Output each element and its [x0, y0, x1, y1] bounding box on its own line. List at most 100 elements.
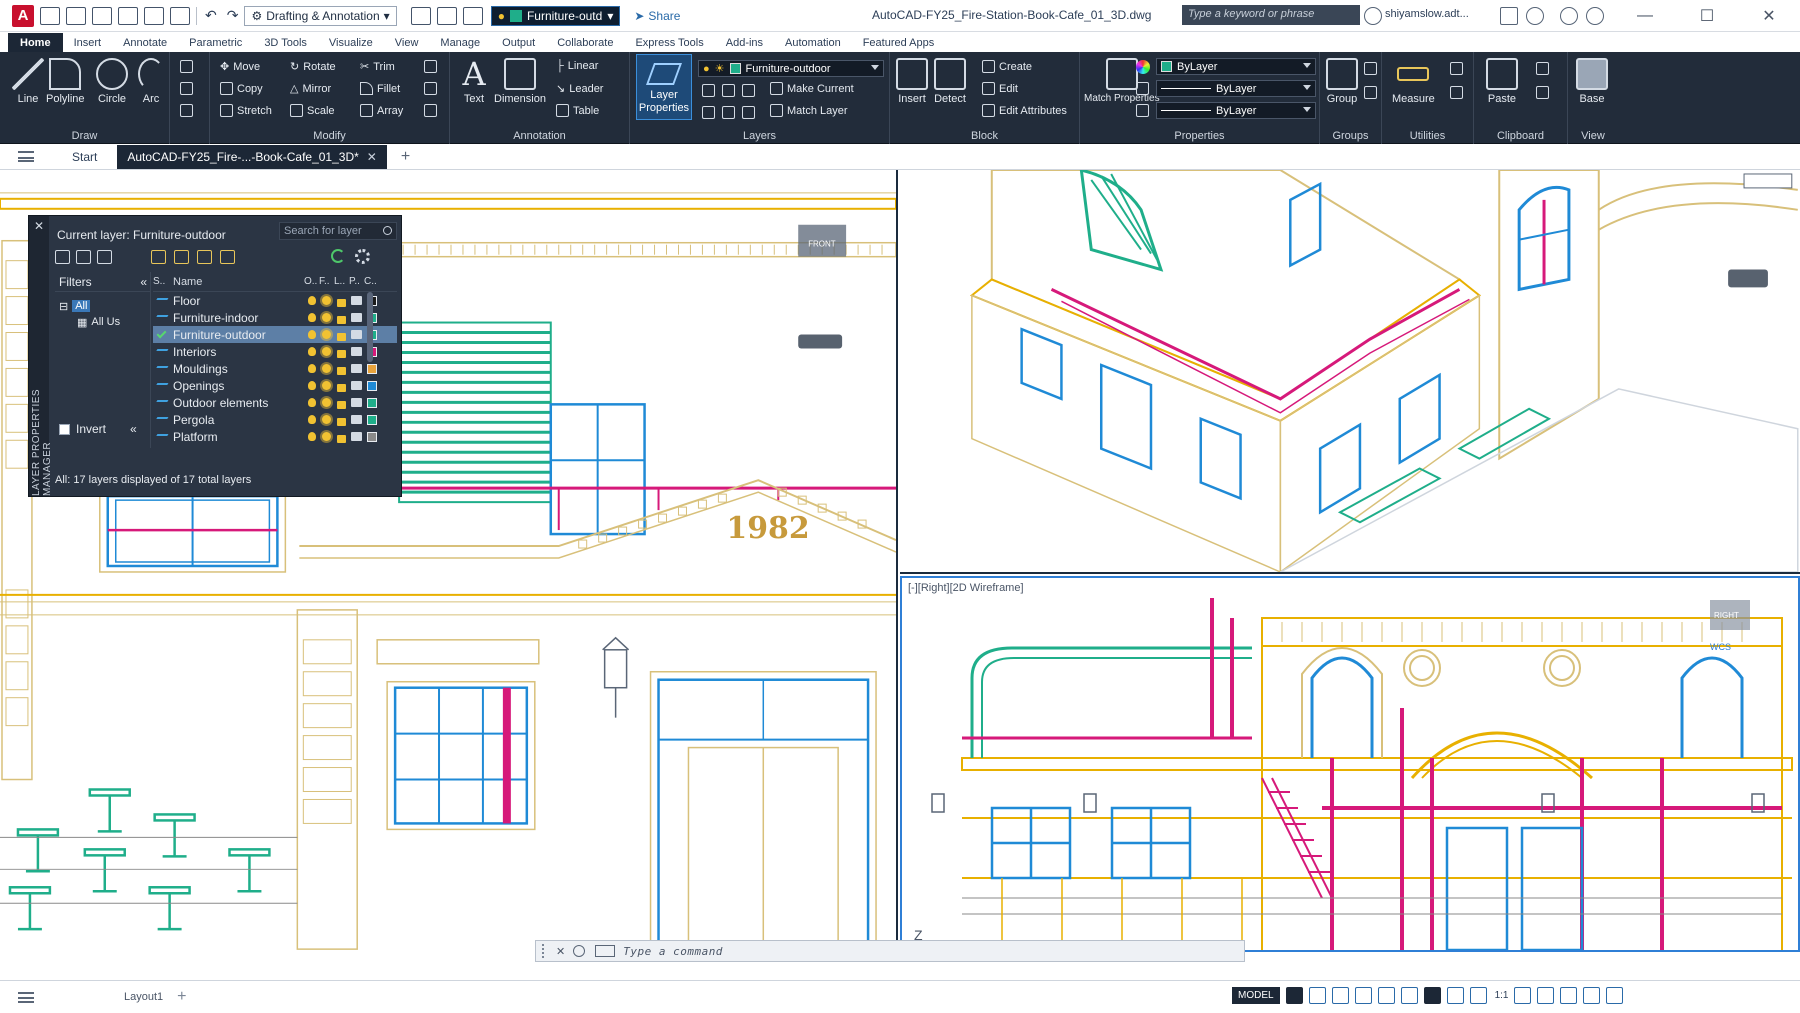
- clipboard-panel-title[interactable]: Clipboard: [1474, 130, 1567, 142]
- freeze-sun-icon[interactable]: [319, 432, 334, 441]
- tab-output[interactable]: Output: [491, 34, 546, 52]
- col-color[interactable]: C..: [364, 276, 379, 287]
- redo-icon[interactable]: ↷: [227, 7, 239, 24]
- hamburger-menu-icon[interactable]: [18, 151, 34, 162]
- view-panel-title[interactable]: View: [1568, 130, 1618, 142]
- layer-status-icon[interactable]: [153, 298, 169, 303]
- group-button[interactable]: Group: [1326, 58, 1358, 105]
- quick-select-icon[interactable]: [1450, 62, 1463, 75]
- undo-icon[interactable]: ↶: [205, 7, 217, 24]
- col-name[interactable]: Name: [169, 276, 304, 288]
- layer-states-icon[interactable]: [97, 250, 112, 264]
- layout-menu-icon[interactable]: [18, 991, 34, 1003]
- mirror-button[interactable]: △ Mirror: [290, 82, 331, 96]
- layer-properties-button[interactable]: Layer Properties: [636, 54, 692, 120]
- table-button[interactable]: Table: [556, 104, 599, 117]
- save-as-icon[interactable]: [118, 6, 138, 25]
- printer-icon[interactable]: [349, 381, 364, 390]
- fillet-button[interactable]: Fillet: [360, 82, 400, 95]
- workspace-switcher[interactable]: ⚙ Drafting & Annotation ▾: [244, 5, 397, 26]
- lock-icon[interactable]: [334, 416, 349, 426]
- polar-icon[interactable]: [1354, 987, 1372, 1004]
- on-off-bulb-icon[interactable]: [304, 347, 319, 356]
- block-panel-title[interactable]: Block: [890, 130, 1079, 142]
- layer-name[interactable]: Pergola: [169, 413, 304, 427]
- printer-icon[interactable]: [349, 347, 364, 356]
- polyline-button[interactable]: Polyline: [46, 58, 85, 105]
- create-block-button[interactable]: Create: [982, 60, 1032, 73]
- plot-icon[interactable]: [170, 6, 190, 25]
- layer-isolate-icon[interactable]: [722, 84, 735, 97]
- annotation-panel-title[interactable]: Annotation: [450, 130, 629, 142]
- boundary-icon[interactable]: [180, 104, 193, 117]
- text-button[interactable]: A Text: [458, 58, 490, 105]
- command-input[interactable]: Type a command: [623, 945, 723, 958]
- start-tab[interactable]: Start: [62, 145, 107, 169]
- rectangle-icon[interactable]: [180, 60, 193, 73]
- col-lock[interactable]: L..: [334, 276, 349, 287]
- autocad-logo[interactable]: A: [12, 4, 34, 27]
- printer-icon[interactable]: [349, 313, 364, 322]
- triangle-icon[interactable]: [1526, 7, 1544, 25]
- right-viewport[interactable]: [-][Right][2D Wireframe] RIGHT WCS Z: [900, 576, 1800, 952]
- printer-icon[interactable]: [349, 364, 364, 373]
- array-button[interactable]: Array: [360, 104, 403, 117]
- hardware-acceleration-icon[interactable]: [1560, 987, 1578, 1004]
- tab-collaborate[interactable]: Collaborate: [546, 34, 624, 52]
- lock-icon[interactable]: [334, 365, 349, 375]
- layer-row[interactable]: Furniture-indoor: [153, 309, 397, 326]
- col-on[interactable]: O..: [304, 276, 319, 287]
- layer-row[interactable]: Openings: [153, 377, 397, 394]
- on-off-bulb-icon[interactable]: [304, 381, 319, 390]
- scale-button[interactable]: Scale: [290, 104, 335, 117]
- tree-toggle-icon[interactable]: ⊟: [59, 300, 68, 313]
- color-wheel-icon[interactable]: [1136, 60, 1150, 74]
- layers-panel-title[interactable]: Layers: [630, 130, 889, 142]
- collapse-icon[interactable]: «: [140, 275, 147, 289]
- draw-panel-title[interactable]: Draw: [0, 130, 169, 142]
- on-off-bulb-icon[interactable]: [304, 364, 319, 373]
- move-button[interactable]: ✥ Move: [220, 60, 260, 74]
- match-properties-icon[interactable]: [410, 6, 431, 25]
- copy-clip-icon[interactable]: [1536, 86, 1549, 99]
- keyword-search-input[interactable]: Type a keyword or phrase: [1182, 5, 1360, 25]
- layout-tab[interactable]: Layout1: [124, 991, 163, 1003]
- lock-icon[interactable]: [334, 331, 349, 341]
- nav-bar[interactable]: [798, 334, 843, 349]
- remote-icon[interactable]: [1586, 7, 1604, 25]
- layer-row[interactable]: Furniture-outdoor: [153, 326, 397, 343]
- freeze-sun-icon[interactable]: [319, 296, 334, 305]
- printer-icon[interactable]: [349, 398, 364, 407]
- wcs-label[interactable]: WCS: [1710, 642, 1731, 652]
- palette-title-strip[interactable]: ✕ LAYER PROPERTIES MANAGER: [29, 216, 53, 496]
- layer-properties-manager[interactable]: ✕ LAYER PROPERTIES MANAGER Current layer…: [28, 215, 402, 497]
- minimize-icon[interactable]: —: [1614, 0, 1676, 32]
- layer-name[interactable]: Furniture-indoor: [169, 311, 304, 325]
- offset-icon[interactable]: [424, 104, 437, 117]
- layer-walk-icon[interactable]: [742, 106, 755, 119]
- save-icon[interactable]: [92, 6, 112, 25]
- copy-button[interactable]: Copy: [220, 82, 263, 95]
- layer-row[interactable]: Mouldings: [153, 360, 397, 377]
- close-icon[interactable]: ✕: [556, 945, 565, 958]
- refresh-icon[interactable]: [331, 249, 345, 263]
- on-off-bulb-icon[interactable]: [304, 330, 319, 339]
- viewport-controls[interactable]: [1743, 173, 1793, 189]
- col-freeze[interactable]: F..: [319, 276, 334, 287]
- freeze-sun-icon[interactable]: [319, 313, 334, 322]
- layer-search-input[interactable]: Search for layer: [279, 222, 397, 240]
- rotate-button[interactable]: ↻ Rotate: [290, 60, 336, 74]
- layer-name[interactable]: Mouldings: [169, 362, 304, 376]
- explode-icon[interactable]: [424, 82, 437, 95]
- model-space-toggle[interactable]: MODEL: [1232, 987, 1280, 1004]
- tab-annotate[interactable]: Annotate: [112, 34, 178, 52]
- annotation-scale-icon[interactable]: [1469, 987, 1487, 1004]
- add-layout-icon[interactable]: +: [177, 988, 186, 1006]
- layer-color-swatch[interactable]: [364, 414, 379, 425]
- annotation-scale-label[interactable]: 1:1: [1495, 990, 1509, 1001]
- arc-button[interactable]: Arc: [138, 58, 164, 105]
- set-current-icon[interactable]: [220, 250, 235, 264]
- hatch-icon[interactable]: [180, 82, 193, 95]
- settings-gear-icon[interactable]: [355, 249, 370, 264]
- cut-icon[interactable]: [1536, 62, 1549, 75]
